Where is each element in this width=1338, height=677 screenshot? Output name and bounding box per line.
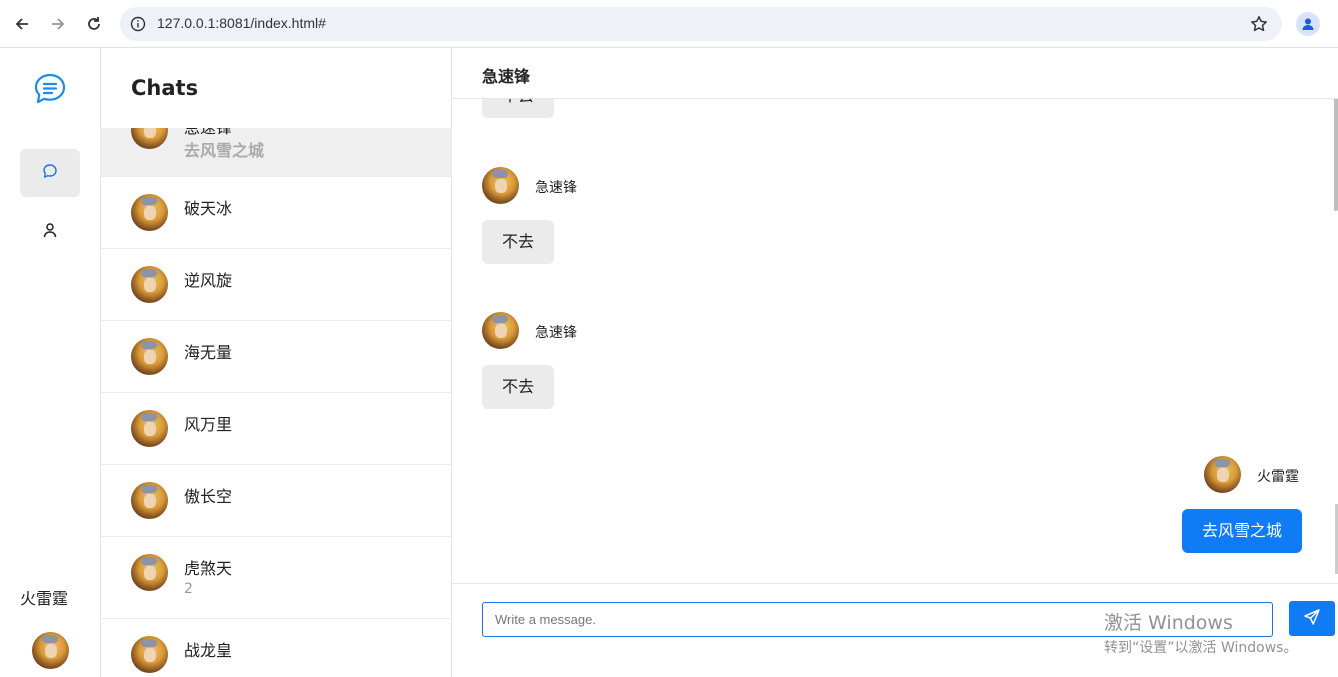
contact-name: 破天冰 [184,199,233,218]
list-item[interactable]: 战龙皇 [101,619,451,677]
reload-icon[interactable] [82,12,106,36]
send-icon [1303,608,1321,630]
contact-name: 傲长空 [184,487,233,506]
current-user-name: 火雷霆 [20,589,69,608]
address-bar[interactable]: 127.0.0.1:8081/index.html# [120,7,1282,41]
nav-chats-button[interactable] [20,149,80,197]
last-message: 去风雪之城 [184,141,265,160]
info-icon[interactable] [130,16,146,36]
conversation-panel: 急速锋 不去 急速锋 不去 急速锋 不去 火雷霆 去风雪之城 [452,48,1338,677]
avatar [131,482,168,519]
list-item[interactable]: 海无量 [101,321,451,393]
chat-list: 急速锋 去风雪之城 破天冰 逆风旋 海无量 风万里 傲长空 虎煞天 2 [101,128,451,677]
contact-name: 逆风旋 [184,271,233,290]
contact-name: 战龙皇 [184,641,233,660]
list-item[interactable]: 逆风旋 [101,249,451,321]
chat-bubble-icon [42,163,58,183]
scrollbar[interactable] [1334,71,1338,574]
browser-toolbar: 127.0.0.1:8081/index.html# [0,0,1338,48]
back-icon[interactable] [10,12,34,36]
avatar [131,128,168,149]
list-item[interactable]: 傲长空 [101,465,451,537]
avatar [482,312,519,349]
message-list: 不去 急速锋 不去 急速锋 不去 火雷霆 去风雪之城 [452,99,1338,583]
message-composer [452,583,1338,677]
list-item[interactable]: 虎煞天 2 [101,537,451,619]
message-sender: 急速锋 [535,180,577,196]
avatar [131,554,168,591]
avatar [131,636,168,673]
message-bubble: 不去 [482,99,555,118]
message-bubble: 不去 [482,220,555,264]
avatar[interactable] [32,632,69,669]
send-button[interactable] [1289,601,1335,636]
list-item[interactable]: 急速锋 去风雪之城 [101,128,451,177]
last-message: 2 [184,581,193,597]
message-sender: 急速锋 [535,325,577,341]
conversation-title: 急速锋 [482,67,531,86]
contact-name: 海无量 [184,343,233,362]
avatar [131,410,168,447]
list-item[interactable]: 破天冰 [101,177,451,249]
profile-icon[interactable] [1296,12,1320,36]
message-bubble: 去风雪之城 [1182,509,1303,553]
avatar [1204,456,1241,493]
star-icon[interactable] [1250,15,1268,37]
forward-icon[interactable] [46,12,70,36]
avatar [131,338,168,375]
user-icon [42,222,58,242]
message-bubble: 不去 [482,365,555,409]
contact-name: 风万里 [184,415,233,434]
avatar [482,167,519,204]
chat-logo-icon [33,72,67,110]
message-input[interactable] [482,602,1273,637]
list-item[interactable]: 风万里 [101,393,451,465]
contact-name: 虎煞天 [184,559,233,578]
avatar [131,194,168,231]
app-sidebar: 火雷霆 [0,48,101,677]
message-sender: 火雷霆 [1257,469,1299,485]
chat-list-panel: Chats 急速锋 去风雪之城 破天冰 逆风旋 海无量 风万里 傲长空 [101,48,452,677]
nav-contacts-button[interactable] [20,208,80,256]
url-text: 127.0.0.1:8081/index.html# [157,15,326,31]
conversation-header: 急速锋 [452,48,1338,99]
avatar [131,266,168,303]
chat-list-title: Chats [131,76,199,100]
